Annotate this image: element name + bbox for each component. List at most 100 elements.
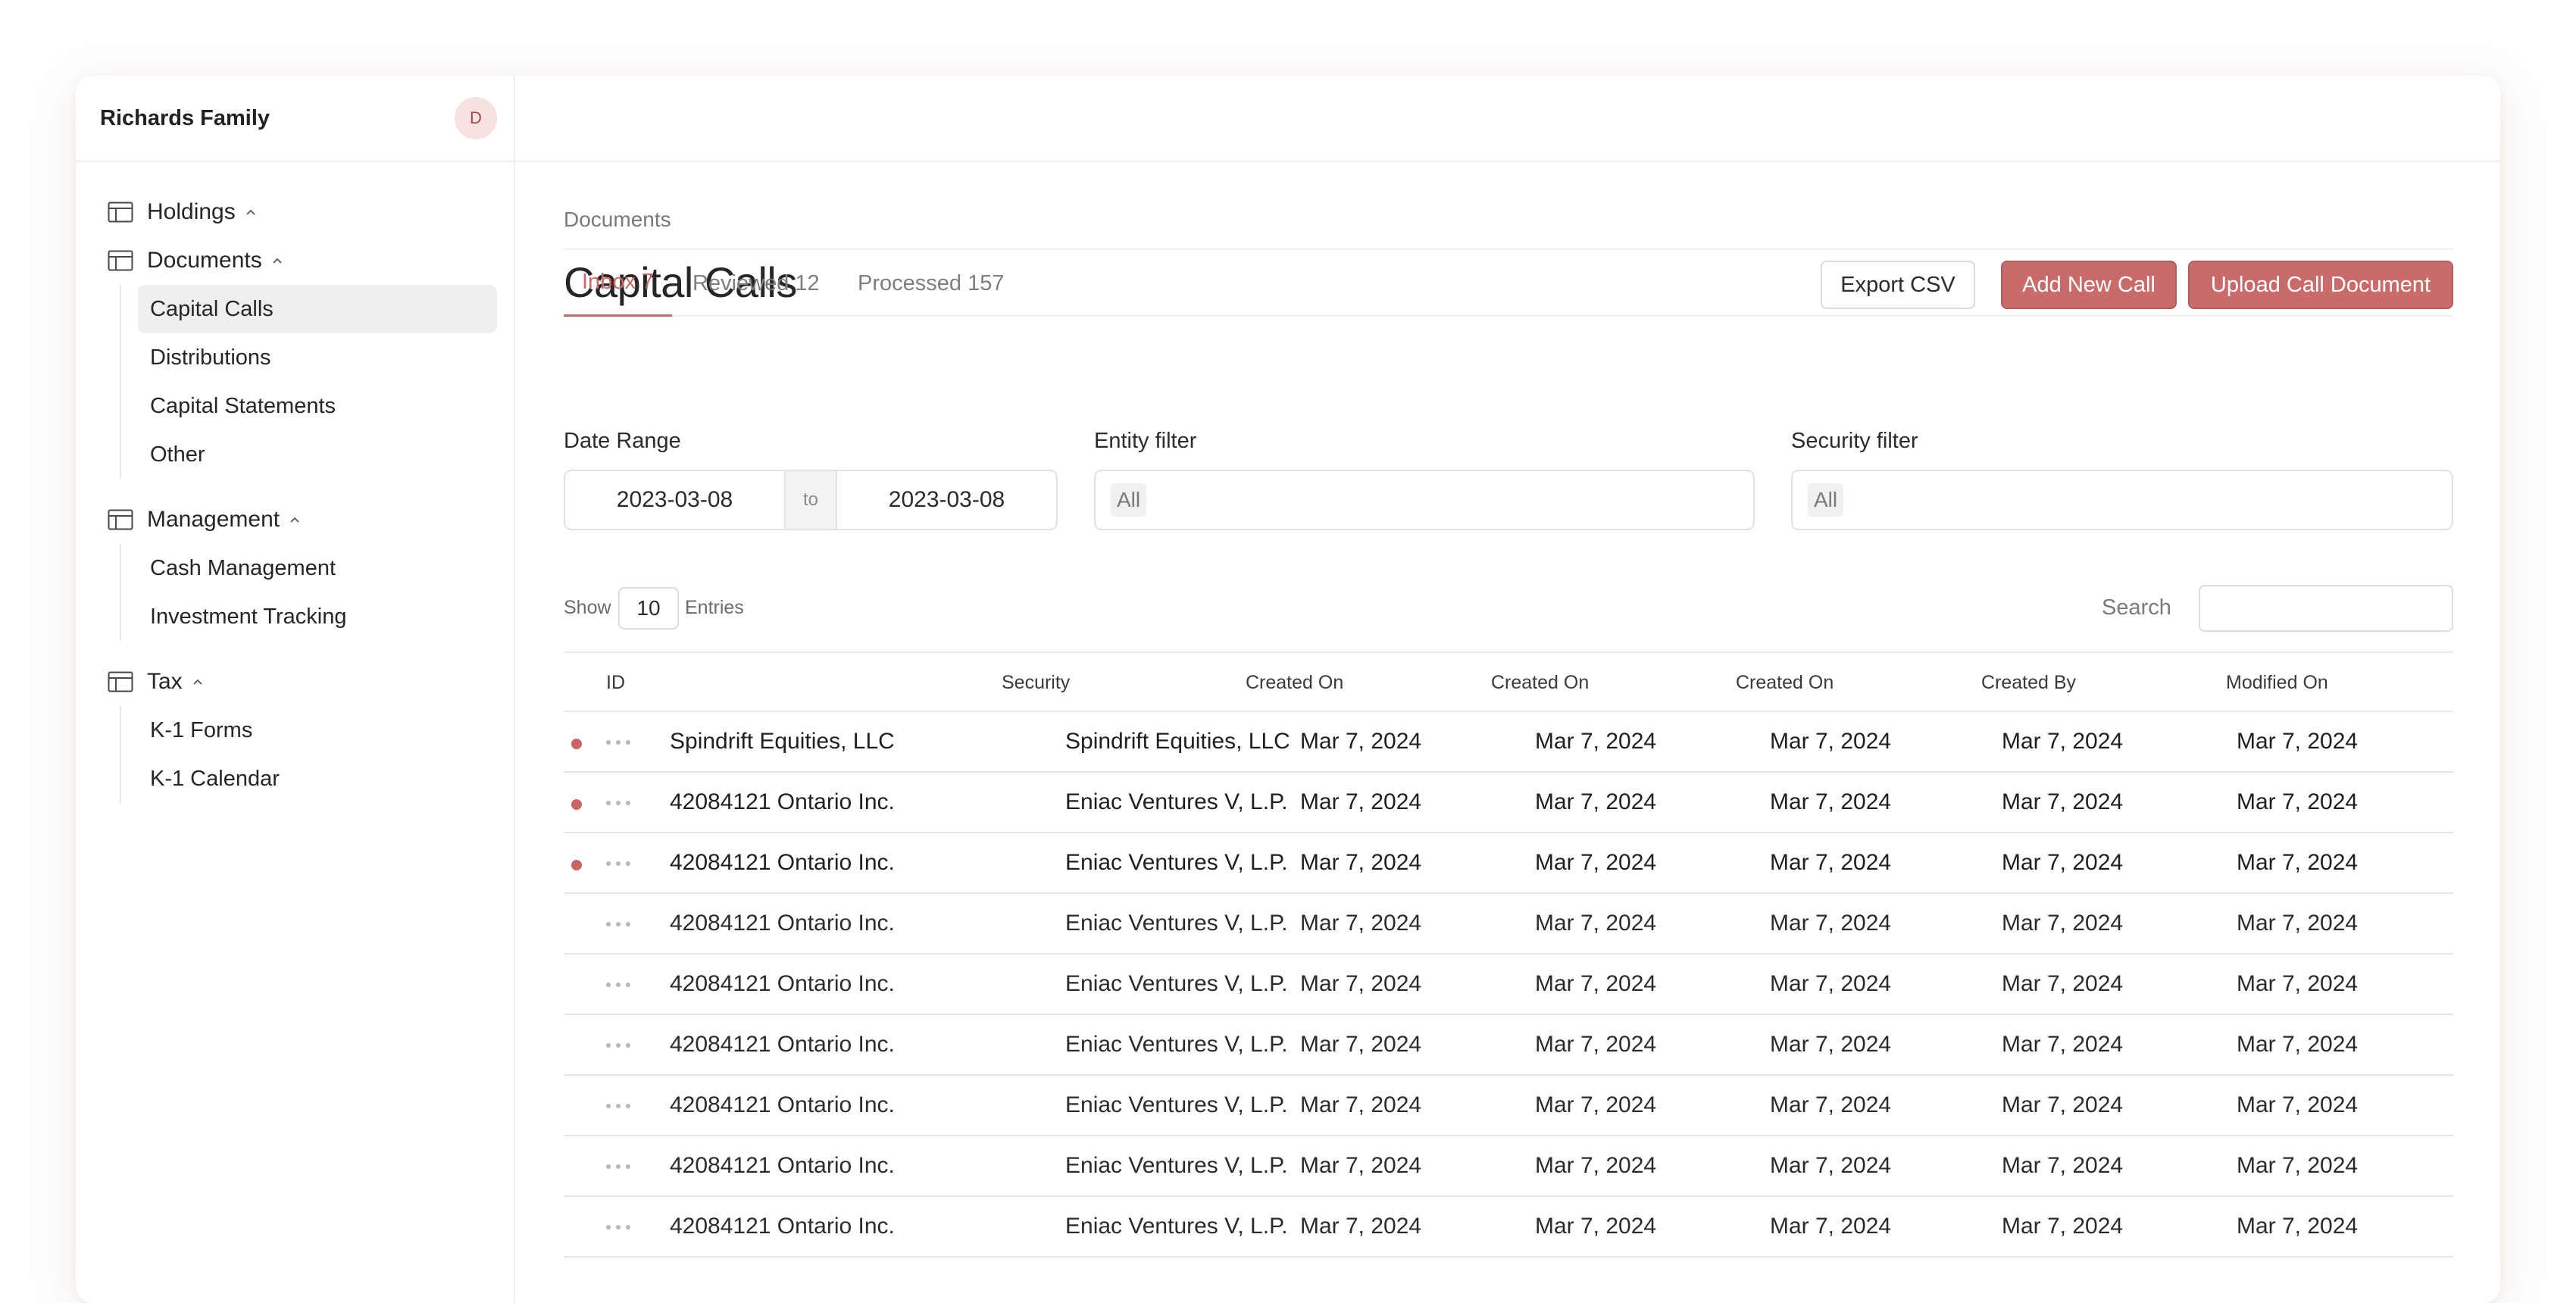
table-cell: Mar 7, 2024: [1300, 1153, 1422, 1178]
date-range-label: Date Range: [564, 429, 681, 453]
sidebar-item-investment-tracking[interactable]: Investment Tracking: [138, 592, 497, 641]
header-modified-on[interactable]: Modified On: [2226, 653, 2328, 712]
chevron-up-icon[interactable]: [270, 253, 285, 268]
table-header: ID Security Created On Created On Create…: [564, 652, 2453, 712]
table-row[interactable]: 42084121 Ontario Inc. Eniac Ventures V, L…: [564, 1197, 2453, 1258]
header-created-by[interactable]: Created By: [1981, 653, 2076, 712]
sidebar: Richards Family D Holdings Documents Capit…: [76, 76, 515, 1303]
header-created-on-1[interactable]: Created On: [1246, 653, 1343, 712]
chevron-up-icon[interactable]: [243, 205, 258, 220]
more-options-icon[interactable]: [603, 1151, 633, 1182]
nav-group-holdings[interactable]: Holdings: [76, 188, 514, 236]
tab-reviewed[interactable]: Reviewed 12: [692, 250, 820, 317]
search-label: Search: [2102, 595, 2171, 620]
table-cell: Mar 7, 2024: [2237, 1092, 2359, 1117]
table-row[interactable]: 42084121 Ontario Inc. Eniac Ventures V, L…: [564, 1076, 2453, 1136]
table-cell: Mar 7, 2024: [1535, 789, 1657, 814]
table-cell: 42084121 Ontario Inc.: [670, 1092, 895, 1117]
date-from-input[interactable]: 2023-03-08: [565, 471, 784, 529]
search-input[interactable]: [2199, 585, 2453, 632]
header-id[interactable]: ID: [606, 653, 625, 712]
table-cell: Mar 7, 2024: [2002, 911, 2124, 936]
table-icon: [108, 509, 133, 530]
date-range-field: 2023-03-08 to 2023-03-08: [564, 470, 1058, 530]
date-to-input[interactable]: 2023-03-08: [837, 471, 1056, 529]
nav-group-tax[interactable]: Tax: [76, 658, 514, 706]
sidebar-item-other[interactable]: Other: [138, 430, 497, 479]
chevron-up-icon[interactable]: [190, 674, 205, 689]
table-cell: Eniac Ventures V, L.P.: [1065, 1032, 1288, 1057]
nav-group-label: Documents: [147, 248, 262, 273]
table-row[interactable]: 42084121 Ontario Inc. Eniac Ventures V, L…: [564, 833, 2453, 894]
table-row[interactable]: 42084121 Ontario Inc. Eniac Ventures V, L…: [564, 955, 2453, 1015]
table-cell: Eniac Ventures V, L.P.: [1065, 1092, 1288, 1117]
tab-processed[interactable]: Processed 157: [858, 250, 1004, 317]
sidebar-item-cash-management[interactable]: Cash Management: [138, 544, 497, 592]
more-options-icon[interactable]: [603, 970, 633, 1000]
nav-group-label: Tax: [147, 669, 183, 694]
security-filter-select[interactable]: All: [1791, 470, 2453, 530]
table-cell: Mar 7, 2024: [1770, 1092, 1892, 1117]
table-row[interactable]: 42084121 Ontario Inc. Eniac Ventures V, L…: [564, 894, 2453, 955]
sidebar-nav: Holdings Documents Capital Calls Distributi…: [76, 162, 514, 803]
tab-inbox[interactable]: Inbox 7: [564, 250, 673, 317]
table-icon: [108, 671, 133, 692]
table-cell: Mar 7, 2024: [1535, 1032, 1657, 1057]
more-options-icon[interactable]: [603, 788, 633, 818]
table-row[interactable]: 42084121 Ontario Inc. Eniac Ventures V, L…: [564, 1015, 2453, 1076]
table-cell: Mar 7, 2024: [1535, 1153, 1657, 1178]
table-cell: Mar 7, 2024: [1300, 1032, 1422, 1057]
more-options-icon[interactable]: [603, 1212, 633, 1242]
more-options-icon[interactable]: [603, 1030, 633, 1061]
security-filter-label: Security filter: [1791, 429, 1918, 453]
more-options-icon[interactable]: [603, 909, 633, 939]
sidebar-item-distributions[interactable]: Distributions: [138, 333, 497, 382]
breadcrumb[interactable]: Documents: [564, 208, 671, 232]
table-cell: Mar 7, 2024: [2002, 1214, 2124, 1239]
family-name: Richards Family: [100, 105, 270, 130]
header-created-on-3[interactable]: Created On: [1736, 653, 1834, 712]
table-cell: Mar 7, 2024: [1300, 1214, 1422, 1239]
unread-dot: [571, 739, 582, 749]
table-cell: Mar 7, 2024: [1535, 729, 1657, 754]
nav-group-label: Holdings: [147, 199, 236, 224]
more-options-icon[interactable]: [603, 727, 633, 758]
sidebar-item-capital-calls[interactable]: Capital Calls: [138, 285, 497, 333]
sidebar-item-k-1-calendar[interactable]: K-1 Calendar: [138, 755, 497, 803]
table-cell: 42084121 Ontario Inc.: [670, 1153, 895, 1178]
entity-filter-chip[interactable]: All: [1111, 483, 1147, 517]
avatar[interactable]: D: [455, 97, 497, 139]
sidebar-header: Richards Family D: [76, 76, 514, 162]
tabs: Inbox 7 Reviewed 12 Processed 157: [564, 248, 2453, 317]
table-cell: Mar 7, 2024: [1770, 1214, 1892, 1239]
more-options-icon[interactable]: [603, 1091, 633, 1121]
table-cell: Mar 7, 2024: [2237, 1214, 2359, 1239]
chevron-up-icon[interactable]: [287, 512, 302, 527]
more-options-icon[interactable]: [603, 848, 633, 879]
header-created-on-2[interactable]: Created On: [1491, 653, 1589, 712]
entity-filter-select[interactable]: All: [1094, 470, 1755, 530]
security-filter-chip[interactable]: All: [1808, 483, 1844, 517]
table-cell: Eniac Ventures V, L.P.: [1065, 1214, 1288, 1239]
table-cell: Mar 7, 2024: [1300, 729, 1422, 754]
table-cell: Spindrift Equities, LLC: [670, 729, 895, 754]
table-cell: Mar 7, 2024: [2237, 729, 2359, 754]
entries-count-select[interactable]: 10: [618, 587, 679, 630]
table-cell: Mar 7, 2024: [1770, 850, 1892, 875]
table-row[interactable]: 42084121 Ontario Inc. Eniac Ventures V, L…: [564, 773, 2453, 833]
sidebar-item-k-1-forms[interactable]: K-1 Forms: [138, 706, 497, 755]
table-row[interactable]: Spindrift Equities, LLC Spindrift Equitie…: [564, 712, 2453, 773]
table-cell: Mar 7, 2024: [2002, 971, 2124, 996]
table-cell: Eniac Ventures V, L.P.: [1065, 789, 1288, 814]
table-cell: Mar 7, 2024: [2002, 850, 2124, 875]
table-icon: [108, 202, 133, 223]
header-security[interactable]: Security: [1002, 653, 1070, 712]
entity-filter-label: Entity filter: [1094, 429, 1197, 453]
table-cell: Mar 7, 2024: [1770, 911, 1892, 936]
nav-group-documents[interactable]: Documents: [76, 236, 514, 285]
table-cell: Mar 7, 2024: [2002, 729, 2124, 754]
table-row[interactable]: 42084121 Ontario Inc. Eniac Ventures V, L…: [564, 1136, 2453, 1197]
nav-group-items: Cash Management Investment Tracking: [120, 544, 514, 641]
nav-group-management[interactable]: Management: [76, 495, 514, 544]
sidebar-item-capital-statements[interactable]: Capital Statements: [138, 382, 497, 430]
